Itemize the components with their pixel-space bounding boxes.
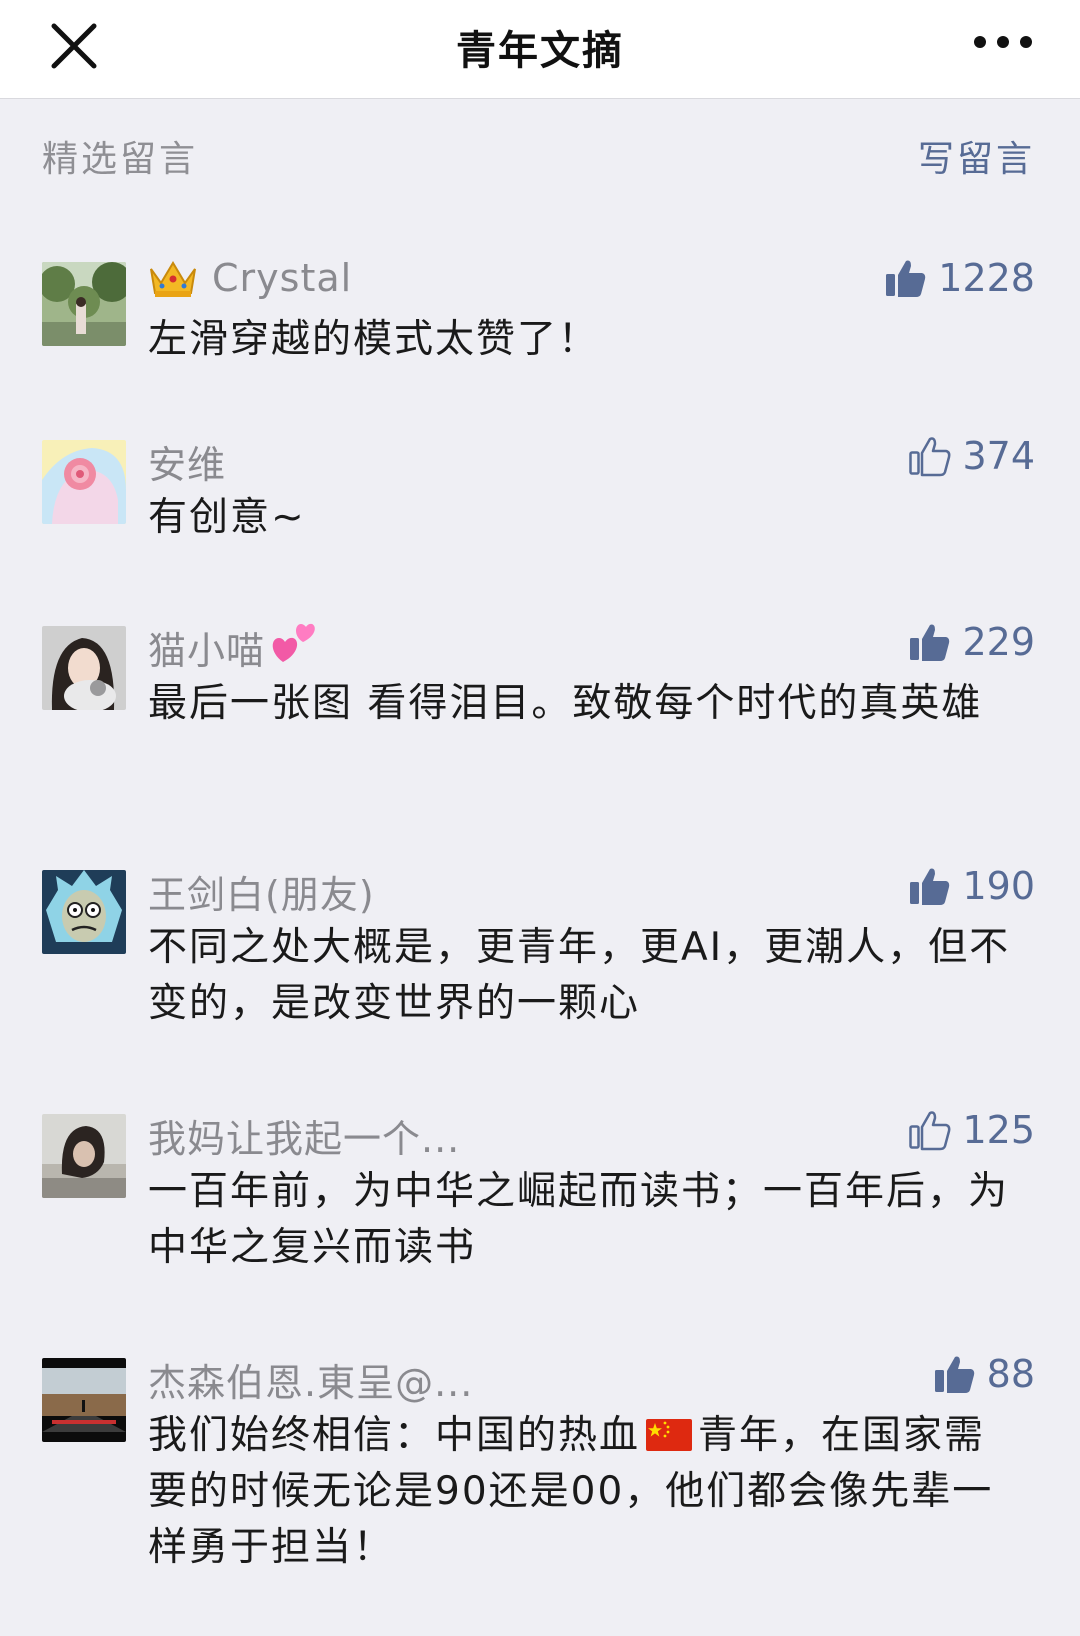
like-button[interactable]: 88 (933, 1352, 1035, 1396)
author-name: 我妈让我起一个... (148, 1117, 461, 1161)
comment-item: 猫小喵 229 最后一张图 看得泪目。致敬每个时代的真英雄 (42, 620, 1035, 796)
thumbs-up-outline-icon (909, 1111, 951, 1151)
comment-author[interactable]: 猫小喵 (148, 620, 317, 675)
two-hearts-icon (269, 618, 317, 664)
like-count: 125 (962, 1108, 1035, 1152)
like-button[interactable]: 1228 (884, 256, 1035, 300)
comment-text: 不同之处大概是，更青年，更AI，更潮人，但不变的，是改变世界的一颗心 (148, 925, 1011, 1026)
comment-author[interactable]: Crystal (148, 256, 352, 300)
comment-text: 一百年前，为中华之崛起而读书；一百年后，为中华之复兴而读书 (148, 1169, 1010, 1270)
like-button[interactable]: 374 (908, 434, 1035, 478)
avatar[interactable] (42, 440, 126, 524)
comment-text: 左滑穿越的模式太赞了！ (148, 317, 600, 362)
author-name: Crystal (212, 256, 353, 300)
avatar[interactable] (42, 870, 126, 954)
author-name: 杰森伯恩.東呈@... (148, 1361, 474, 1405)
like-count: 374 (962, 434, 1035, 478)
author-name: 王剑白(朋友) (148, 873, 375, 917)
thumbs-up-filled-icon (910, 868, 950, 905)
comment-item: 杰森伯恩.東呈@... 88 我们始终相信：中国的热血 青年，在国家需要的时候无论… (42, 1352, 1035, 1588)
china-flag-icon (646, 1419, 693, 1451)
top-bar: 青年文摘 (0, 0, 1080, 99)
comment-author[interactable]: 杰森伯恩.東呈@... (148, 1352, 473, 1407)
comment-item: Crystal 1228 左滑穿越的模式太赞了！ (42, 256, 1035, 372)
like-count: 88 (986, 1352, 1035, 1396)
like-button[interactable]: 125 (908, 1108, 1035, 1152)
comment-text-part: 我们始终相信：中国的热血 (148, 1413, 641, 1458)
thumbs-up-filled-icon (886, 260, 926, 297)
thumbs-up-filled-icon (910, 624, 950, 661)
avatar[interactable] (42, 262, 126, 346)
author-name: 猫小喵 (148, 629, 266, 673)
comment-text: 我们始终相信：中国的热血 青年，在国家需要的时候无论是90还是00，他们都会像先辈… (148, 1408, 1025, 1576)
comment-author[interactable]: 王剑白(朋友) (148, 864, 375, 919)
like-count: 190 (962, 864, 1035, 908)
thumbs-up-filled-icon (934, 1356, 974, 1393)
comment-item: 王剑白(朋友) 190 不同之处大概是，更青年，更AI，更潮人，但不变的，是改变… (42, 864, 1035, 1040)
avatar[interactable] (42, 1114, 126, 1198)
like-count: 229 (962, 620, 1035, 664)
like-count: 1228 (938, 256, 1035, 300)
comments-section-header: 精选留言 写留言 (42, 130, 1035, 186)
write-comment-button[interactable]: 写留言 (918, 130, 1035, 182)
page-title: 青年文摘 (456, 28, 624, 74)
section-title: 精选留言 (42, 139, 199, 180)
thumbs-up-outline-icon (909, 437, 951, 477)
comment-item: 我妈让我起一个... 125 一百年前，为中华之崛起而读书；一百年后，为中华之复… (42, 1108, 1035, 1284)
comment-item: 安维 374 有创意~ (42, 434, 1035, 550)
comment-author[interactable]: 安维 (148, 434, 226, 489)
like-button[interactable]: 190 (908, 864, 1035, 908)
like-button[interactable]: 229 (908, 620, 1035, 664)
comment-author[interactable]: 我妈让我起一个... (148, 1108, 460, 1163)
avatar[interactable] (42, 626, 126, 710)
avatar[interactable] (42, 1358, 126, 1442)
more-dots-icon[interactable] (968, 20, 1038, 64)
author-name: 安维 (148, 443, 227, 487)
crown-icon (148, 257, 198, 299)
comment-text: 最后一张图 看得泪目。致敬每个时代的真英雄 (148, 681, 983, 726)
comment-text: 有创意~ (148, 495, 306, 540)
